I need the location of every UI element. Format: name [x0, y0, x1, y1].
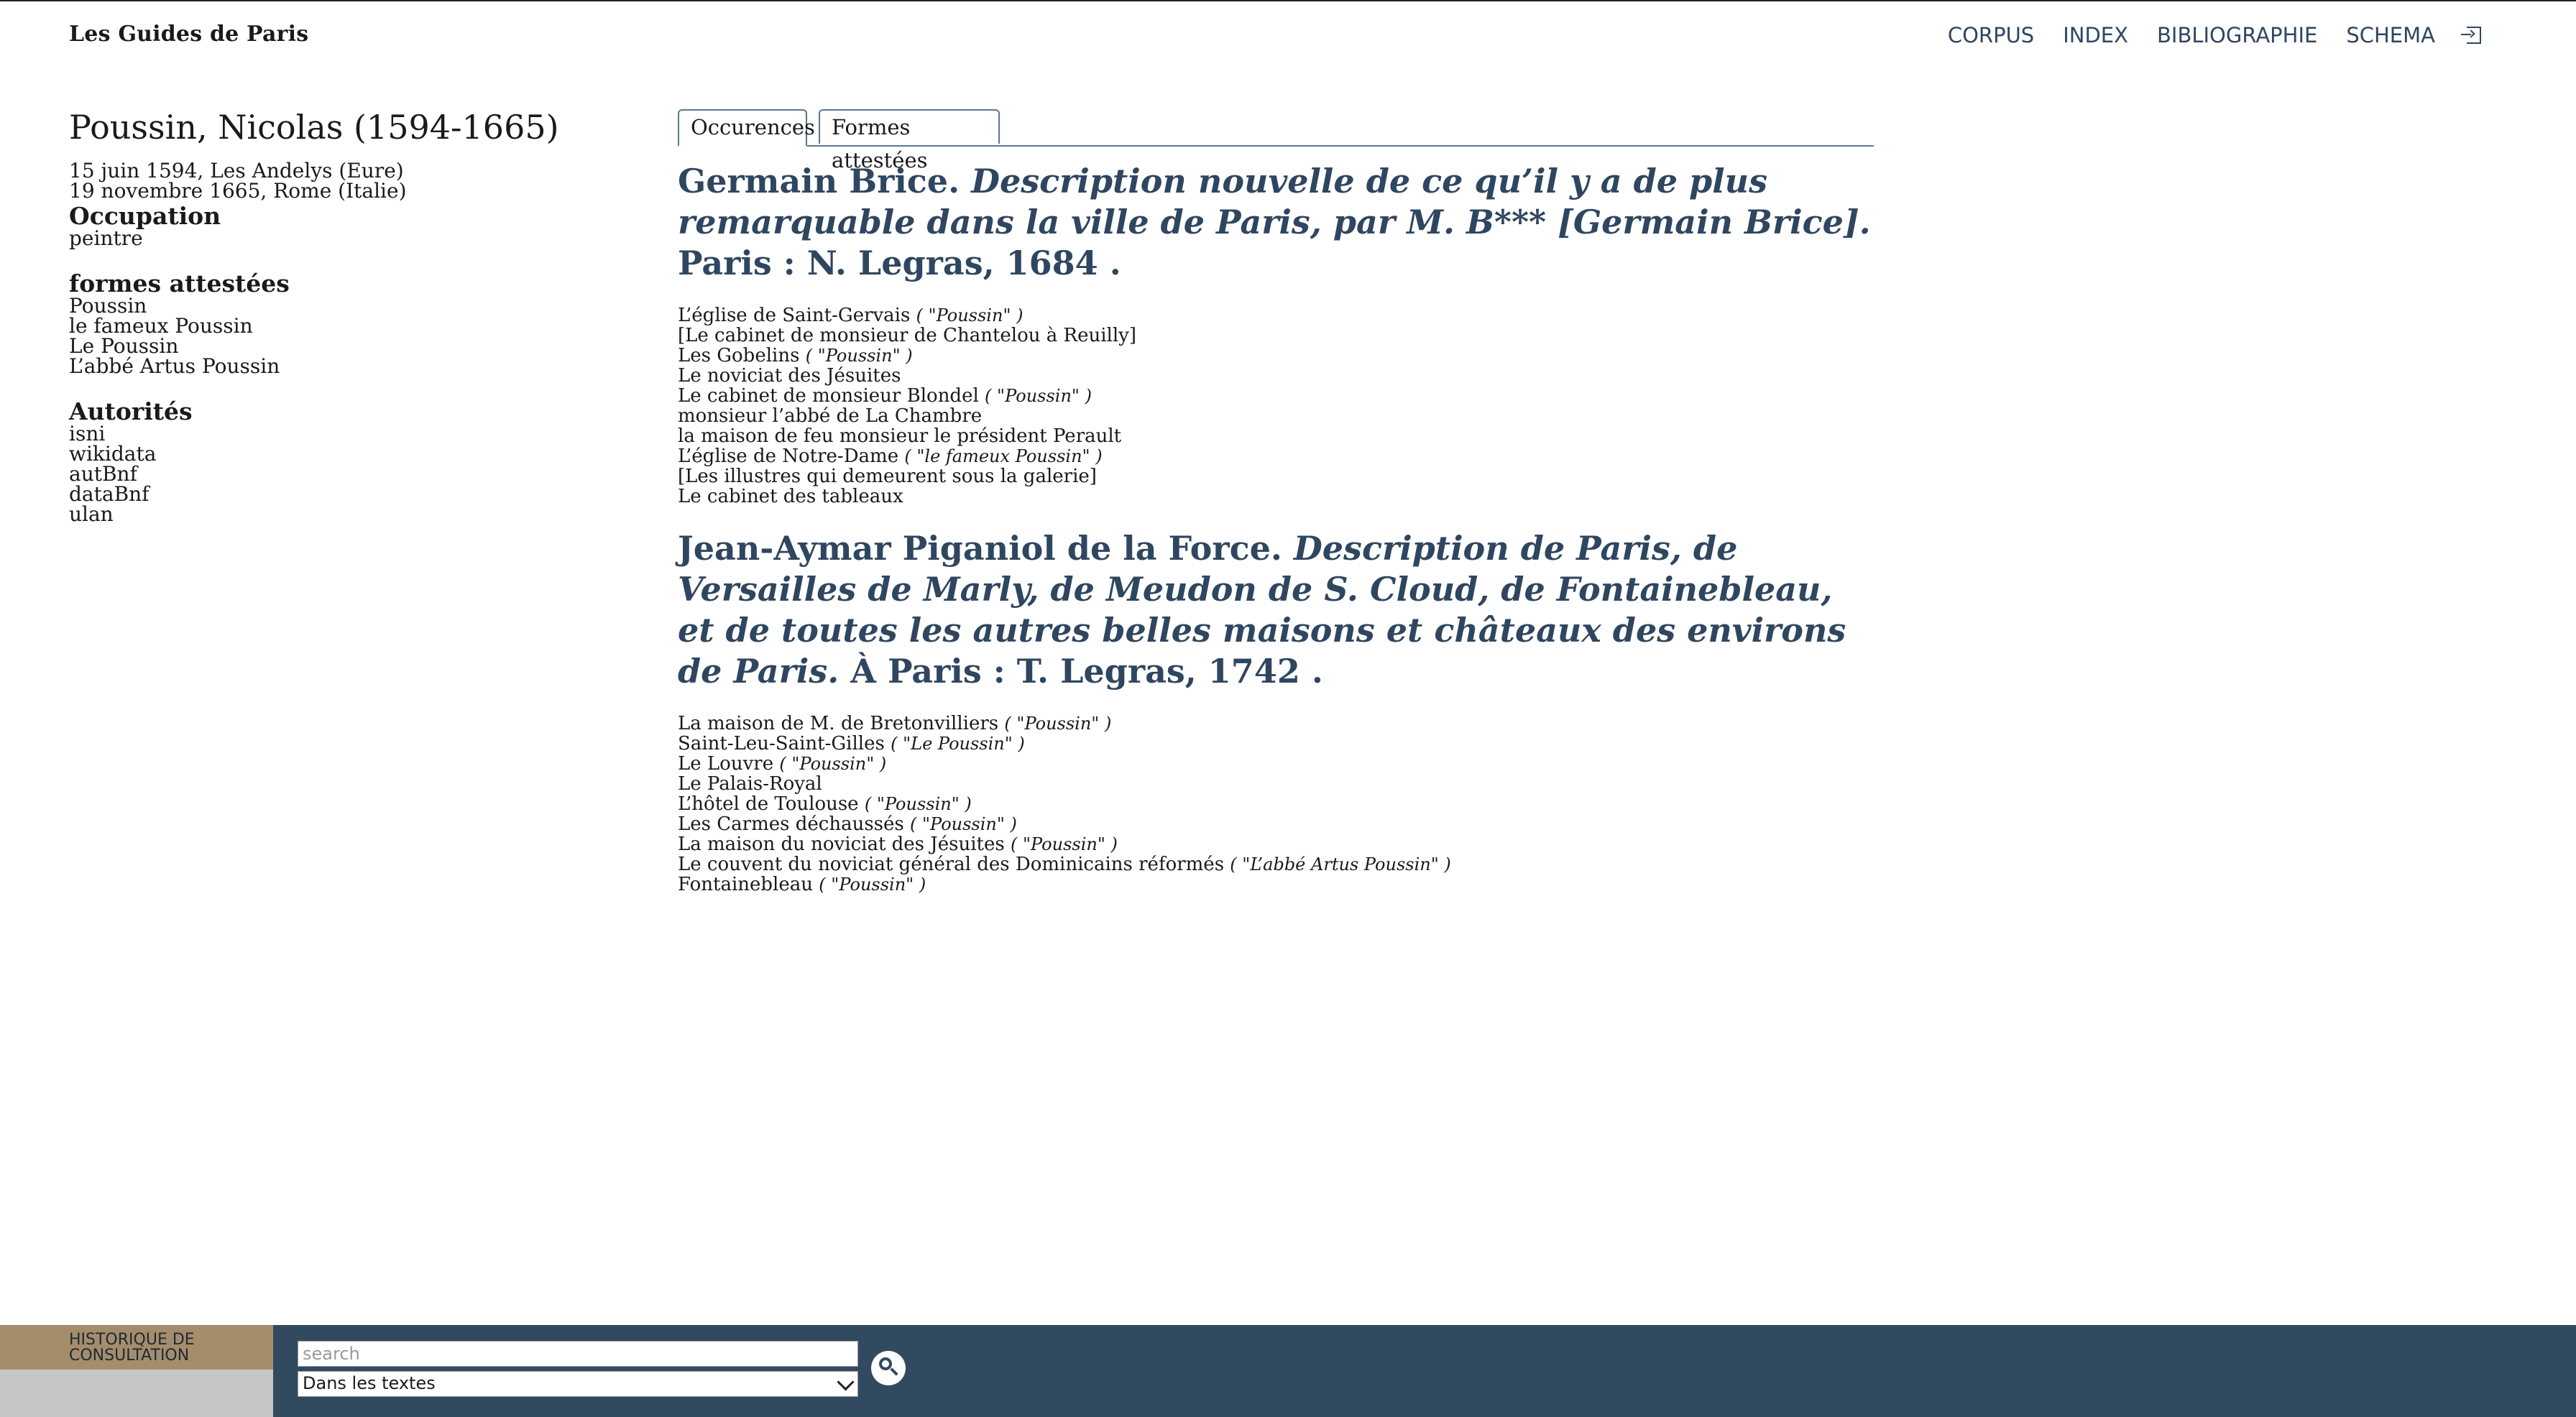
login-icon[interactable]: [2461, 27, 2481, 44]
occurrence-form: ( "Poussin" ): [864, 794, 972, 814]
occurrence-item[interactable]: Les Carmes déchaussés ( "Poussin" ): [678, 814, 1874, 834]
nav-corpus[interactable]: CORPUS: [1948, 23, 2034, 47]
occurrence-form: ( "Poussin" ): [916, 305, 1024, 326]
search-input[interactable]: [298, 1341, 858, 1367]
nav-index[interactable]: INDEX: [2063, 23, 2128, 47]
occurrence-list: La maison de M. de Bretonvilliers ( "Pou…: [678, 714, 1874, 895]
work-imprint: Paris : N. Legras, 1684 .: [678, 244, 1121, 282]
tab-bar: Occurences Formes attestées: [678, 109, 1874, 172]
occurrence-place: Les Gobelins: [678, 345, 800, 366]
authority-link[interactable]: ulan: [69, 504, 586, 525]
occupation-title: Occupation: [69, 202, 221, 230]
person-sidebar: Poussin, Nicolas (1594-1665) 15 juin 159…: [69, 108, 586, 525]
occurrence-item[interactable]: Le couvent du noviciat général des Domin…: [678, 854, 1874, 874]
bottom-bar: HISTORIQUE DE CONSULTATION Dans les text…: [0, 1325, 2576, 1417]
occurrence-place: Le Louvre: [678, 753, 774, 775]
forms-title: formes attestées: [69, 269, 290, 297]
occurrence-place: L’église de Saint-Gervais: [678, 305, 911, 326]
work-block: Germain Brice. Description nouvelle de c…: [678, 161, 1874, 507]
occurrence-form: ( "Poussin" ): [805, 346, 913, 366]
form-item: Poussin: [69, 294, 147, 318]
search-scope-select[interactable]: Dans les textes: [298, 1371, 858, 1397]
occurrence-form: ( "Poussin" ): [779, 754, 887, 774]
death-info: 19 novembre 1665, Rome (Italie): [69, 179, 407, 203]
occurrence-form: ( "L’abbé Artus Poussin" ): [1230, 854, 1451, 874]
occurrence-place: Le cabinet de monsieur Blondel: [678, 385, 979, 407]
form-item: le fameux Poussin: [69, 314, 253, 338]
occurrence-item[interactable]: La maison du noviciat des Jésuites ( "Po…: [678, 834, 1874, 854]
history-area: [0, 1370, 273, 1417]
history-label[interactable]: HISTORIQUE DE CONSULTATION: [0, 1325, 273, 1370]
form-item: L’abbé Artus Poussin: [69, 354, 280, 378]
occurrence-place: Saint-Leu-Saint-Gilles: [678, 733, 885, 754]
main-nav: CORPUS INDEX BIBLIOGRAPHIE SCHEMA: [1948, 23, 2481, 47]
occurrence-form: ( "Poussin" ): [985, 386, 1092, 406]
occurrence-form: ( "Poussin" ): [1010, 834, 1118, 854]
occurrence-item[interactable]: L’église de Saint-Gervais ( "Poussin" ): [678, 305, 1874, 326]
chevron-down-icon: [837, 1373, 855, 1391]
occurrence-place: [Les illustres qui demeurent sous la gal…: [678, 466, 1097, 487]
search-button[interactable]: [871, 1351, 906, 1385]
occurrence-form: ( "Poussin" ): [819, 874, 926, 895]
work-imprint: À Paris : T. Legras, 1742 .: [850, 652, 1323, 691]
occurrence-item[interactable]: [Les illustres qui demeurent sous la gal…: [678, 466, 1874, 486]
nav-bibliographie[interactable]: BIBLIOGRAPHIE: [2157, 23, 2317, 47]
occurrence-place: L’hôtel de Toulouse: [678, 793, 859, 815]
tab-occurences[interactable]: Occurences: [678, 109, 815, 147]
occurrence-list: L’église de Saint-Gervais ( "Poussin" )[…: [678, 305, 1874, 507]
authority-link[interactable]: isni: [69, 424, 586, 444]
occurrence-item[interactable]: [Le cabinet de monsieur de Chantelou à R…: [678, 326, 1874, 346]
authority-link[interactable]: dataBnf: [69, 484, 586, 504]
authorities-list: isni wikidata autBnf dataBnf ulan: [69, 424, 586, 525]
work-block: Jean-Aymar Piganiol de la Force. Descrip…: [678, 528, 1874, 895]
occurrence-place: La maison du noviciat des Jésuites: [678, 834, 1005, 855]
authorities-title: Autorités: [69, 397, 193, 425]
occurrence-item[interactable]: monsieur l’abbé de La Chambre: [678, 406, 1874, 426]
occurrence-form: ( "le fameux Poussin" ): [904, 446, 1103, 466]
occupation-value: peintre: [69, 226, 143, 250]
occurrence-place: Fontainebleau: [678, 874, 814, 895]
person-name: Poussin, Nicolas (1594-1665): [69, 108, 559, 147]
occurrence-place: la maison de feu monsieur le président P…: [678, 425, 1122, 447]
occurrence-form: ( "Le Poussin" ): [891, 734, 1025, 754]
occurrence-place: La maison de M. de Bretonvilliers: [678, 713, 999, 734]
occurrence-item[interactable]: Le cabinet des tableaux: [678, 486, 1874, 507]
occurrence-item[interactable]: La maison de M. de Bretonvilliers ( "Pou…: [678, 714, 1874, 734]
work-author: Jean-Aymar Piganiol de la Force.: [678, 529, 1282, 568]
work-author: Germain Brice.: [678, 162, 960, 200]
occurrence-place: Le cabinet des tableaux: [678, 486, 903, 507]
occurrence-item[interactable]: Le noviciat des Jésuites: [678, 366, 1874, 386]
occurrence-item[interactable]: L’église de Notre-Dame ( "le fameux Pous…: [678, 446, 1874, 466]
form-item: Le Poussin: [69, 334, 179, 358]
work-title[interactable]: Germain Brice. Description nouvelle de c…: [678, 161, 1874, 284]
birth-info: 15 juin 1594, Les Andelys (Eure): [69, 159, 404, 183]
occurrence-item[interactable]: Saint-Leu-Saint-Gilles ( "Le Poussin" ): [678, 734, 1874, 754]
occurrence-item[interactable]: Le cabinet de monsieur Blondel ( "Poussi…: [678, 386, 1874, 406]
occurrence-place: monsieur l’abbé de La Chambre: [678, 405, 983, 427]
occurrence-place: Les Carmes déchaussés: [678, 813, 904, 835]
search-scope-value: Dans les textes: [303, 1373, 436, 1393]
authority-link[interactable]: autBnf: [69, 464, 586, 484]
top-header: Les Guides de Paris CORPUS INDEX BIBLIOG…: [0, 1, 2576, 68]
occurrence-item[interactable]: Le Palais-Royal: [678, 774, 1874, 794]
occurrence-form: ( "Poussin" ): [910, 814, 1017, 834]
authority-link[interactable]: wikidata: [69, 444, 586, 464]
occurrence-item[interactable]: Les Gobelins ( "Poussin" ): [678, 346, 1874, 366]
occurrence-place: [Le cabinet de monsieur de Chantelou à R…: [678, 325, 1137, 346]
occurrence-place: Le couvent du noviciat général des Domin…: [678, 854, 1225, 875]
tab-formes-attestees[interactable]: Formes attestées: [819, 109, 1000, 172]
occurrence-item[interactable]: L’hôtel de Toulouse ( "Poussin" ): [678, 794, 1874, 814]
site-brand[interactable]: Les Guides de Paris: [69, 22, 308, 47]
nav-schema[interactable]: SCHEMA: [2346, 23, 2435, 47]
occurrences-panel: Germain Brice. Description nouvelle de c…: [678, 161, 1874, 895]
occurrence-item[interactable]: Fontainebleau ( "Poussin" ): [678, 874, 1874, 895]
occurrence-item[interactable]: Le Louvre ( "Poussin" ): [678, 754, 1874, 774]
work-title[interactable]: Jean-Aymar Piganiol de la Force. Descrip…: [678, 528, 1874, 692]
occurrence-place: L’église de Notre-Dame: [678, 446, 899, 467]
occurrence-form: ( "Poussin" ): [1004, 714, 1112, 734]
occurrence-item[interactable]: la maison de feu monsieur le président P…: [678, 426, 1874, 446]
occurrence-place: Le Palais-Royal: [678, 773, 822, 795]
occurrence-place: Le noviciat des Jésuites: [678, 365, 901, 387]
forms-list: Poussin le fameux Poussin Le Poussin L’abbé…: [69, 296, 586, 377]
